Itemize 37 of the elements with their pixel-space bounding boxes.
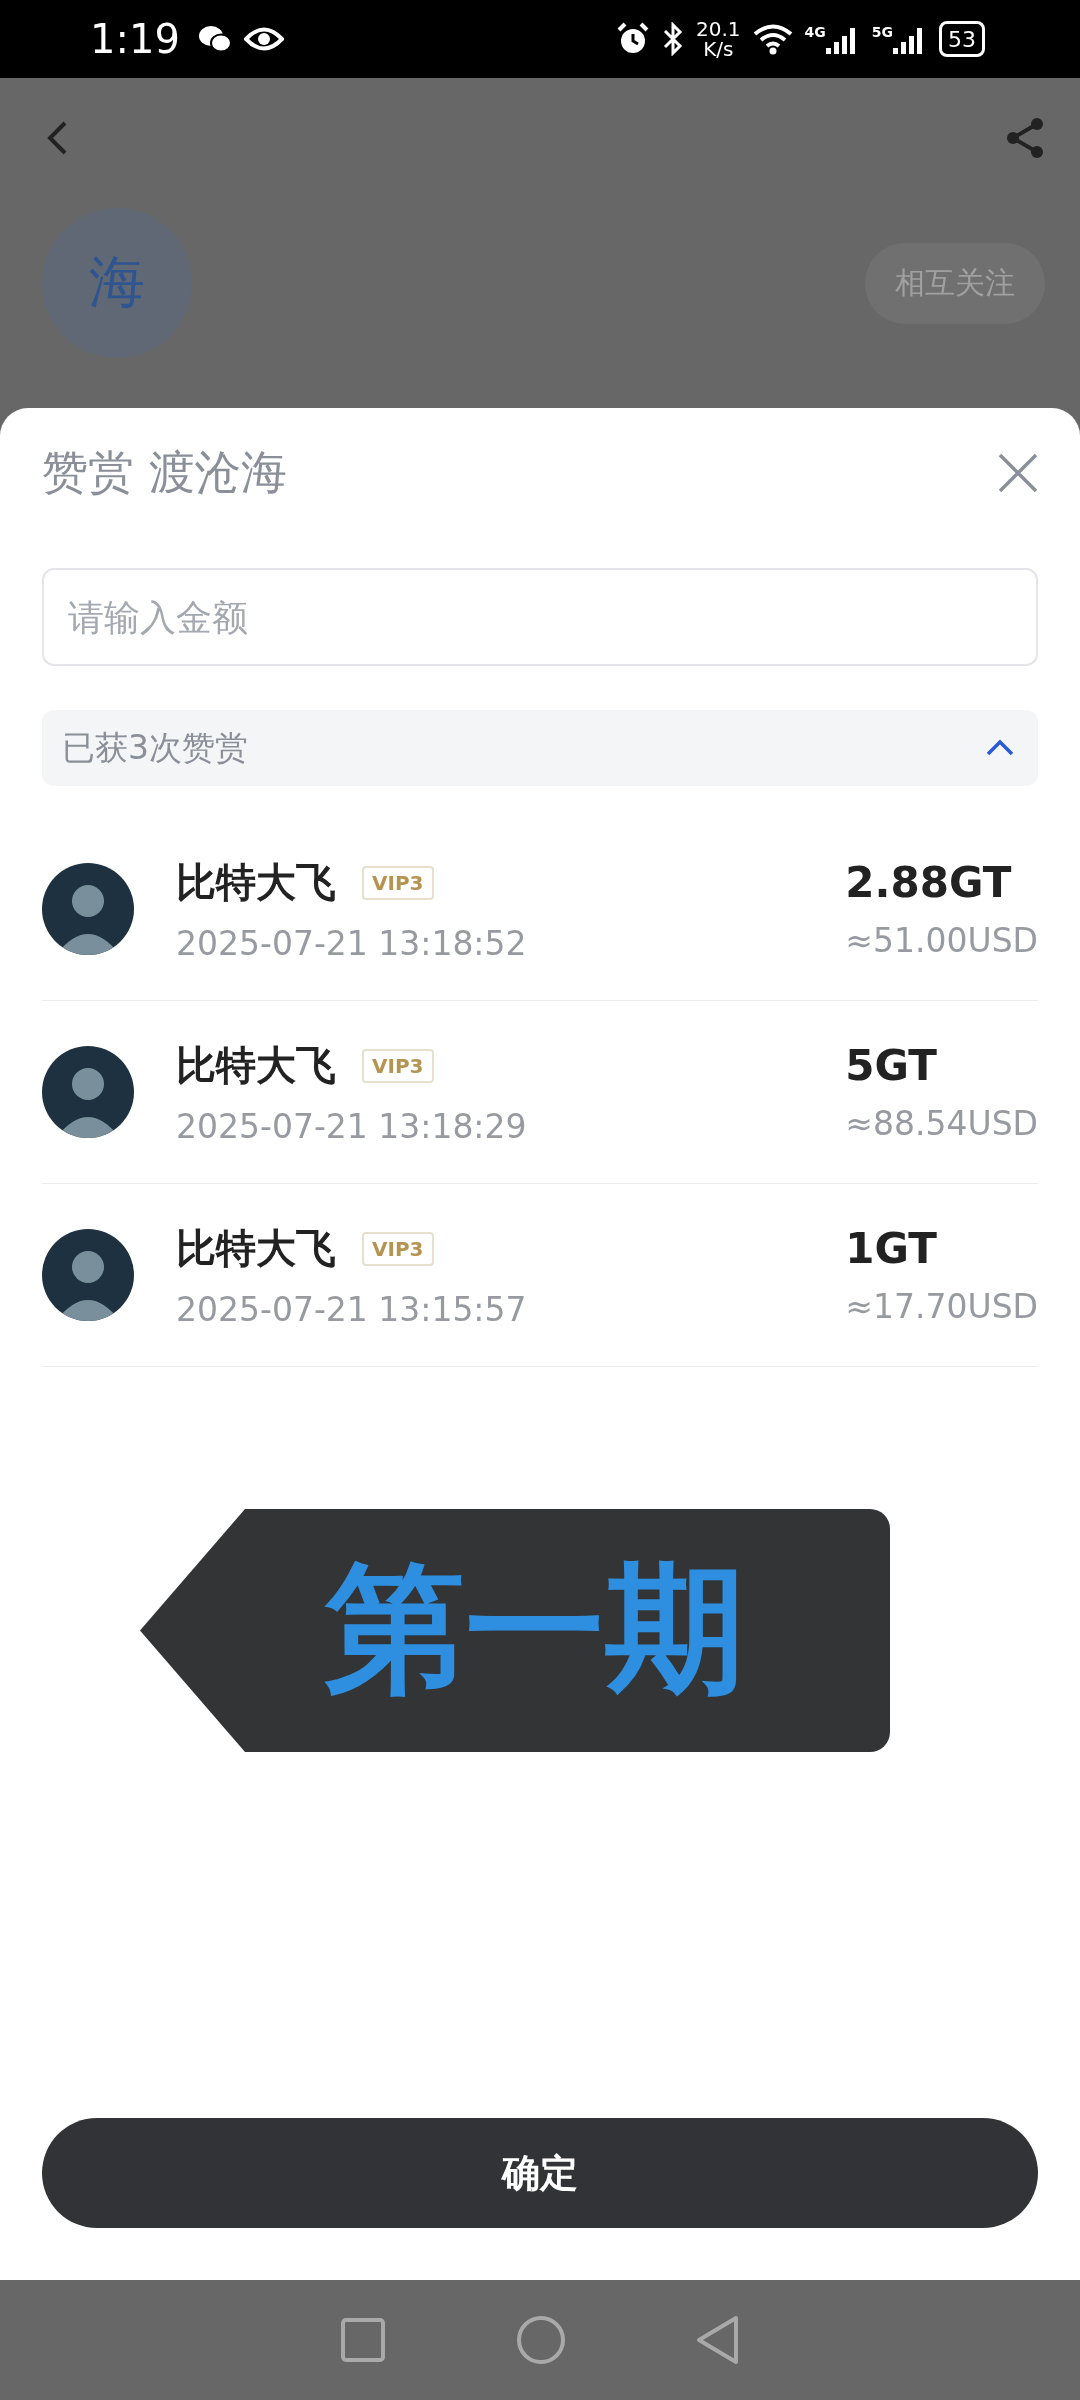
timestamp: 2025-07-21 13:18:52 (176, 924, 528, 963)
chat-app-icon (197, 24, 232, 54)
usd-value: ≈17.70USD (845, 1287, 1038, 1326)
close-icon[interactable] (998, 453, 1038, 493)
eye-icon (243, 26, 284, 52)
network-speed: 20.1 (696, 19, 741, 39)
usd-value: ≈51.00USD (845, 921, 1038, 960)
user-name: 比特大飞 (176, 1041, 336, 1090)
reward-amount: 2.88GT (845, 858, 1012, 907)
wifi-icon (752, 23, 793, 55)
battery-level: 53 (948, 26, 976, 52)
network-type: 5G (871, 24, 893, 40)
timestamp: 2025-07-21 13:18:29 (176, 1107, 528, 1146)
timestamp: 2025-07-21 13:15:57 (176, 1290, 528, 1329)
confirm-button[interactable]: 确定 (42, 2118, 1038, 2228)
home-icon[interactable] (516, 2315, 566, 2365)
sheet-title: 赞赏 渡沧海 (42, 444, 287, 501)
alarm-icon (616, 22, 650, 56)
share-icon[interactable] (1005, 117, 1045, 159)
vip-badge: VIP3 (362, 1231, 434, 1266)
back-nav-icon[interactable] (696, 2315, 740, 2365)
reward-amount: 1GT (845, 1224, 937, 1273)
user-name: 比特大飞 (176, 1224, 336, 1273)
usd-value: ≈88.54USD (845, 1104, 1038, 1143)
network-type: 4G (804, 24, 826, 40)
issue-tag: 第一期 (140, 1509, 890, 1752)
rewards-header[interactable]: 已获3次赞赏 (42, 710, 1038, 786)
clock-time: 1:19 (90, 16, 180, 62)
reward-amount: 5GT (845, 1041, 937, 1090)
back-icon[interactable] (45, 120, 69, 156)
vip-badge: VIP3 (362, 865, 434, 900)
user-name: 比特大飞 (176, 858, 336, 907)
bluetooth-icon (662, 22, 684, 56)
speed-unit: K/s (703, 39, 734, 59)
vip-badge: VIP3 (362, 1048, 434, 1083)
amount-field[interactable]: 请输入金额 (42, 568, 1038, 666)
recents-icon[interactable] (340, 2317, 386, 2363)
